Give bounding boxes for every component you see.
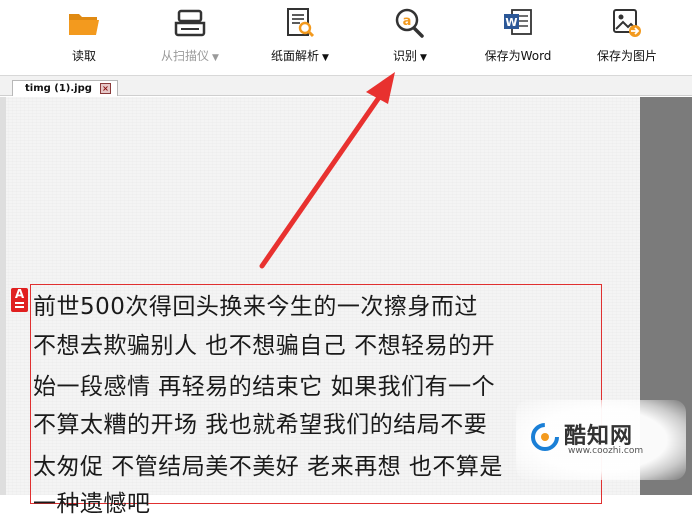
svg-text:W: W	[505, 16, 517, 29]
ocr-text-line: 不想去欺骗别人 也不想骗自己 不想轻易的开	[33, 333, 496, 359]
document-tab-bar: timg (1).jpg ×	[0, 76, 692, 96]
word-icon: W	[501, 6, 535, 40]
document-tab[interactable]: timg (1).jpg ×	[12, 80, 118, 96]
recognize-button[interactable]: a 识别 ▼	[382, 6, 438, 68]
from-scanner-label: 从扫描仪	[161, 49, 210, 63]
save-image-icon	[610, 6, 644, 40]
text-region-marker[interactable]: A	[11, 288, 28, 312]
ocr-recognize-icon: a	[393, 6, 427, 40]
svg-text:a: a	[403, 14, 412, 29]
document-tab-label: timg (1).jpg	[25, 83, 92, 94]
chevron-down-icon: ▼	[420, 53, 427, 63]
main-toolbar: 读取 从扫描仪 ▼ 纸面解析 ▼ a 识别 ▼ W 保存为Word 保存为图片	[0, 0, 692, 76]
recognize-label: 识别	[393, 49, 418, 63]
scanner-icon	[173, 6, 207, 40]
folder-open-icon	[67, 6, 101, 40]
ocr-text-line: 前世500次得回头换来今生的一次擦身而过	[33, 294, 478, 320]
coozhi-logo-icon	[531, 423, 559, 451]
ocr-text-line: 始一段感情 再轻易的结束它 如果我们有一个	[33, 374, 496, 400]
ocr-text-line: 太匆促 不管结局美不美好 老来再想 也不算是	[33, 454, 503, 480]
chevron-down-icon: ▼	[322, 53, 329, 63]
ocr-text-line: 一种遗憾吧	[33, 491, 151, 517]
text-region-letter: A	[14, 287, 25, 301]
close-icon[interactable]: ×	[99, 83, 111, 94]
page-analyze-button[interactable]: 纸面解析 ▼	[262, 6, 338, 68]
document-left-edge	[0, 97, 6, 495]
page-analyze-icon	[283, 6, 317, 40]
read-label: 读取	[71, 49, 96, 63]
read-button[interactable]: 读取	[62, 6, 106, 68]
save-as-word-button[interactable]: W 保存为Word	[474, 6, 562, 68]
chevron-down-icon: ▼	[212, 53, 219, 63]
ocr-text-line: 不算太糟的开场 我也就希望我们的结局不要	[33, 412, 488, 438]
save-as-word-label: 保存为Word	[484, 49, 552, 63]
text-lines-icon	[15, 302, 24, 308]
save-as-image-button[interactable]: 保存为图片	[590, 6, 664, 68]
watermark-url: www.coozhi.com	[568, 446, 644, 456]
page-analyze-label: 纸面解析	[271, 49, 320, 63]
save-as-image-label: 保存为图片	[596, 49, 657, 63]
from-scanner-button[interactable]: 从扫描仪 ▼	[150, 6, 230, 68]
watermark: 酷知网 www.coozhi.com	[516, 400, 686, 480]
